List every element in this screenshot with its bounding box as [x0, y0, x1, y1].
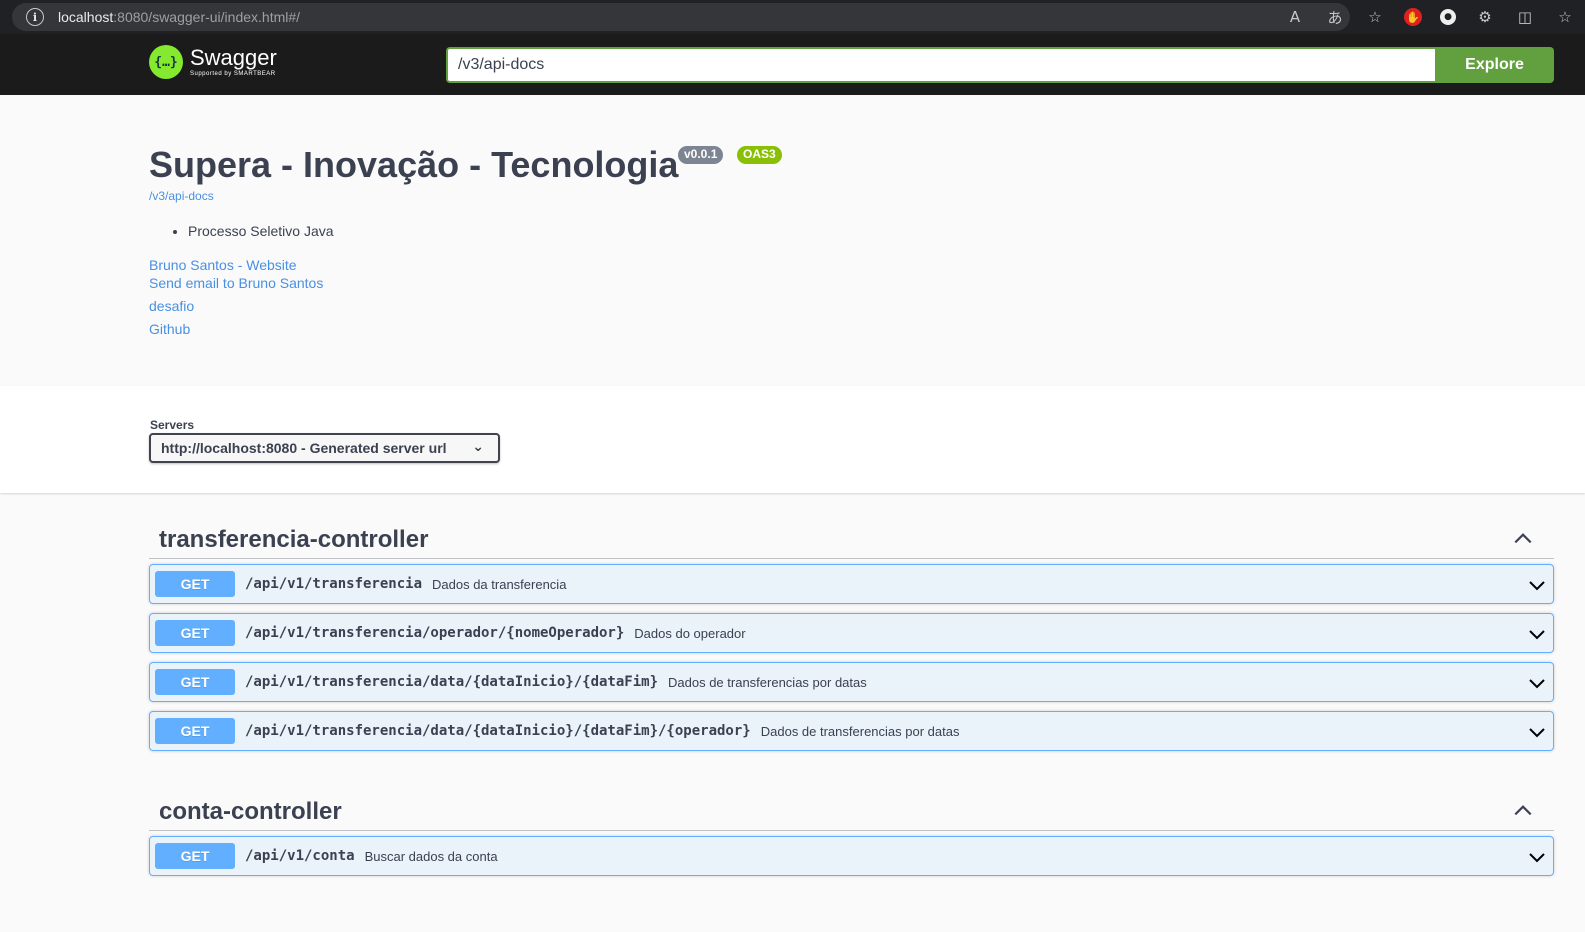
operation-summary: Dados de transferencias por datas: [760, 723, 960, 739]
extensions-puzzle-icon[interactable]: ⚙: [1474, 6, 1496, 28]
license-link[interactable]: desafio: [149, 297, 323, 315]
explore-button[interactable]: Explore: [1435, 47, 1554, 83]
operation-path: /api/v1/transferencia/operador/{nomeOper…: [245, 625, 625, 641]
chevron-up-icon[interactable]: [1512, 527, 1534, 549]
chevron-down-icon: ⌄: [472, 439, 484, 455]
chevron-down-icon[interactable]: [1527, 673, 1547, 693]
info-icon[interactable]: i: [26, 8, 44, 26]
read-aloud-icon[interactable]: A: [1284, 6, 1306, 28]
favorite-star-icon[interactable]: ☆: [1364, 6, 1386, 28]
spec-link[interactable]: /v3/api-docs: [149, 189, 214, 203]
operation-summary: Dados da transferencia: [432, 576, 567, 592]
tag-transferencia-controller: transferencia-controller GET /api/v1/tra…: [149, 513, 1554, 760]
chevron-down-icon[interactable]: [1527, 575, 1547, 595]
method-badge: GET: [155, 620, 235, 646]
operation-row[interactable]: GET /api/v1/conta Buscar dados da conta: [149, 836, 1554, 876]
description-list: Processo Seletivo Java: [188, 223, 334, 239]
info-links: Bruno Santos - Website Send email to Bru…: [149, 256, 323, 338]
swagger-logo-icon: {…}: [149, 45, 183, 79]
chevron-down-icon[interactable]: [1527, 624, 1547, 644]
logo-subtitle: Supported by SMARTBEAR: [190, 71, 276, 77]
servers-label: Servers: [150, 418, 195, 432]
method-badge: GET: [155, 571, 235, 597]
tag-header[interactable]: transferencia-controller: [149, 513, 1554, 559]
operation-path: /api/v1/transferencia/data/{dataInicio}/…: [245, 674, 659, 690]
operation-row[interactable]: GET /api/v1/transferencia Dados da trans…: [149, 564, 1554, 604]
translate-icon[interactable]: あ: [1324, 6, 1346, 28]
servers-selected-value: http://localhost:8080 - Generated server…: [161, 440, 447, 456]
page-title: Supera - Inovação - Tecnologia: [149, 144, 679, 185]
version-badge: v0.0.1: [678, 146, 724, 164]
operation-row[interactable]: GET /api/v1/transferencia/data/{dataInic…: [149, 662, 1554, 702]
description-item: Processo Seletivo Java: [188, 223, 334, 239]
api-info: Supera - Inovação - Tecnologia v0.0.1 OA…: [0, 95, 1585, 386]
operation-row[interactable]: GET /api/v1/transferencia/data/{dataInic…: [149, 711, 1554, 751]
operation-summary: Dados do operador: [634, 625, 746, 641]
favorites-icon[interactable]: ☆: [1554, 6, 1576, 28]
extension-icon[interactable]: ●: [1440, 9, 1456, 25]
servers-select[interactable]: http://localhost:8080 - Generated server…: [149, 433, 500, 463]
servers-section: Servers http://localhost:8080 - Generate…: [0, 386, 1585, 493]
spec-url-input[interactable]: [446, 47, 1436, 83]
extension-stop-icon[interactable]: ✋: [1404, 8, 1422, 26]
method-badge: GET: [155, 669, 235, 695]
browser-toolbar: i localhost:8080/swagger-ui/index.html#/…: [0, 0, 1585, 34]
method-badge: GET: [155, 843, 235, 869]
contact-website-link[interactable]: Bruno Santos - Website: [149, 256, 323, 274]
operation-path: /api/v1/transferencia/data/{dataInicio}/…: [245, 723, 751, 739]
operation-path: /api/v1/transferencia: [245, 576, 423, 592]
tag-title: conta-controller: [159, 798, 342, 825]
tag-conta-controller: conta-controller GET /api/v1/conta Busca…: [149, 785, 1554, 885]
split-screen-icon[interactable]: ◫: [1514, 6, 1536, 28]
contact-email-link[interactable]: Send email to Bruno Santos: [149, 274, 323, 292]
operation-path: /api/v1/conta: [245, 848, 355, 864]
external-docs-link[interactable]: Github: [149, 320, 323, 338]
tag-header[interactable]: conta-controller: [149, 785, 1554, 831]
browser-actions: A あ ☆ ✋ ● ⚙ ◫ ☆: [1275, 0, 1585, 34]
swagger-logo-text: Swagger Supported by SMARTBEAR: [190, 45, 277, 78]
chevron-down-icon[interactable]: [1527, 722, 1547, 742]
swagger-logo[interactable]: {…} Swagger Supported by SMARTBEAR: [149, 45, 277, 79]
operation-row[interactable]: GET /api/v1/transferencia/operador/{nome…: [149, 613, 1554, 653]
chevron-up-icon[interactable]: [1512, 799, 1534, 821]
logo-name: Swagger: [190, 45, 277, 70]
oas-badge: OAS3: [737, 146, 782, 164]
swagger-topbar: {…} Swagger Supported by SMARTBEAR Explo…: [0, 34, 1585, 95]
tag-title: transferencia-controller: [159, 526, 429, 553]
operation-summary: Buscar dados da conta: [364, 848, 498, 864]
url-text[interactable]: localhost:8080/swagger-ui/index.html#/: [58, 9, 300, 25]
method-badge: GET: [155, 718, 235, 744]
operation-summary: Dados de transferencias por datas: [668, 674, 867, 690]
chevron-down-icon[interactable]: [1527, 847, 1547, 867]
address-bar[interactable]: i localhost:8080/swagger-ui/index.html#/: [12, 3, 1350, 31]
